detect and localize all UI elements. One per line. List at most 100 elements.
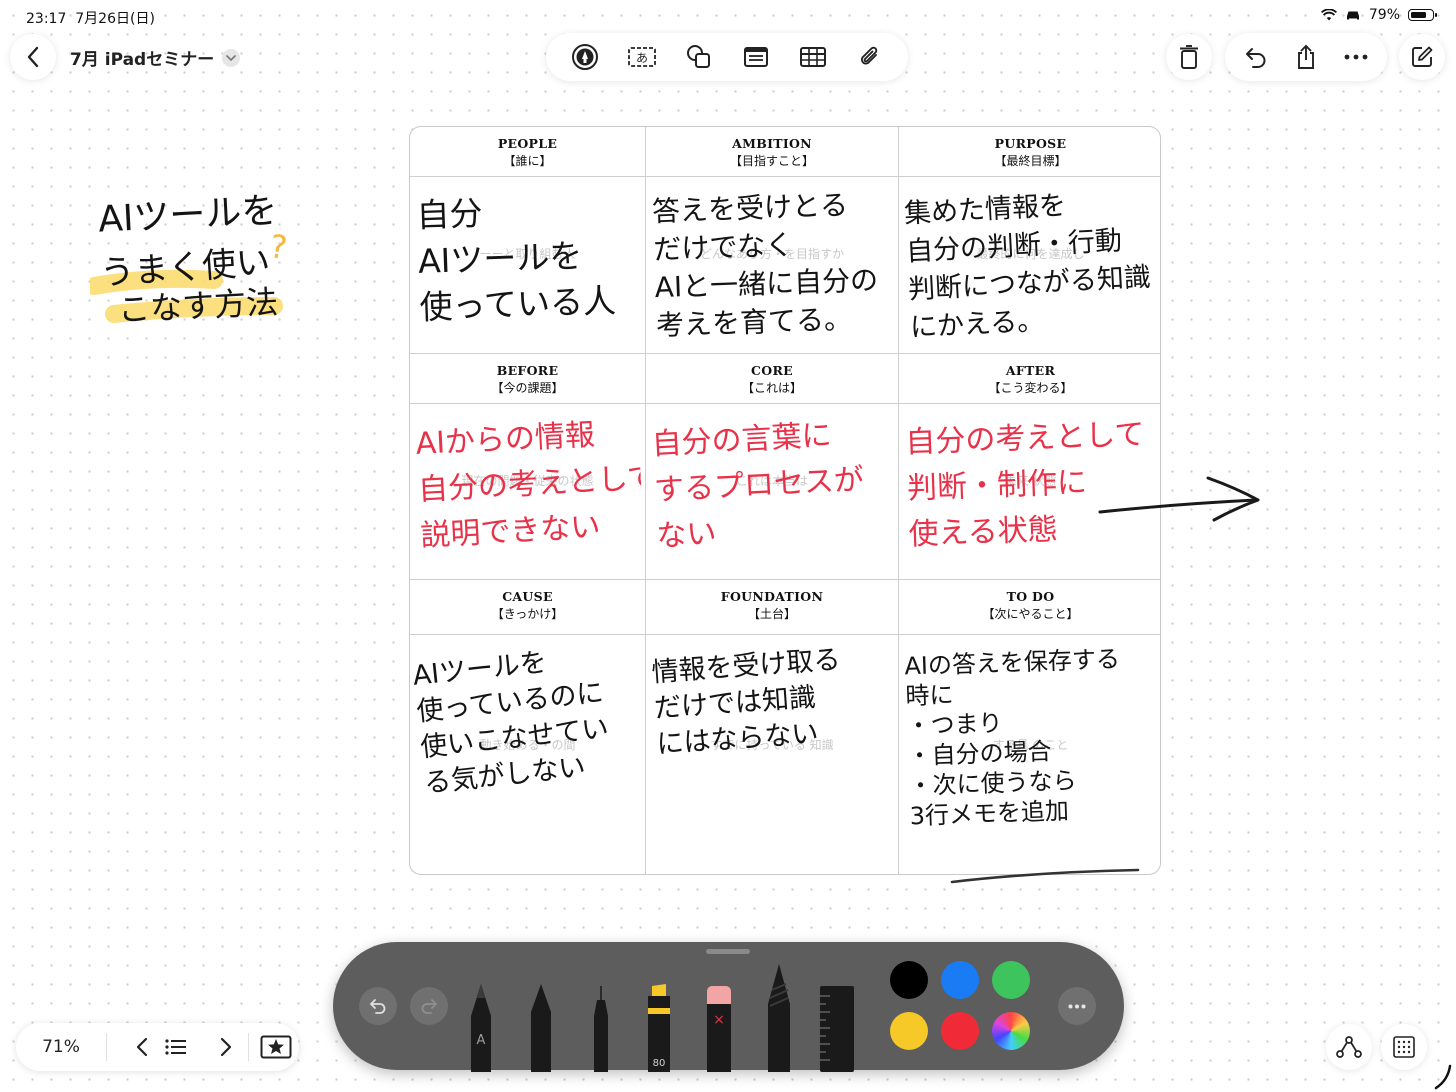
palette-redo-button[interactable] bbox=[410, 987, 448, 1025]
handwriting-line: 考えを育てる。 bbox=[655, 302, 853, 343]
share-button[interactable] bbox=[1284, 35, 1328, 79]
cell-header-ja: 【次にやること】 bbox=[982, 607, 1079, 621]
grid-toggle-button[interactable] bbox=[1381, 1024, 1427, 1070]
color-red-swatch[interactable] bbox=[941, 1012, 979, 1050]
palette-undo-button[interactable] bbox=[359, 987, 397, 1025]
cell-header: AFTER 【こう変わる】 bbox=[899, 363, 1160, 396]
document-title-menu[interactable]: 7月 iPadセミナー bbox=[70, 45, 241, 70]
cell-header: PEOPLE 【誰に】 bbox=[410, 136, 645, 169]
pencil-hover-icon bbox=[1434, 1064, 1452, 1090]
attachment-button[interactable] bbox=[848, 35, 892, 79]
page-list-button[interactable] bbox=[158, 1023, 194, 1071]
grid-divider bbox=[410, 579, 1160, 580]
handwriting-line: 使っている人 bbox=[418, 281, 617, 327]
cell-header: FOUNDATION 【土台】 bbox=[646, 589, 898, 622]
chevron-down-icon bbox=[222, 48, 241, 67]
cell-header-ja: 【目指すこと】 bbox=[729, 154, 814, 168]
dot-grid-icon bbox=[1393, 1036, 1415, 1058]
trash-icon bbox=[1180, 45, 1198, 69]
cell-header-en: PURPOSE bbox=[994, 136, 1067, 151]
cell-handwriting[interactable]: 答えを受けとる だけでなく AIと一緒に自分の 考えを育てる。 bbox=[651, 185, 896, 345]
chevron-right-icon bbox=[220, 1037, 232, 1057]
color-black-swatch[interactable] bbox=[890, 961, 928, 999]
media-button[interactable] bbox=[734, 35, 778, 79]
text-box-button[interactable]: あ bbox=[620, 35, 664, 79]
separator bbox=[106, 1033, 107, 1061]
cell-handwriting[interactable]: 自分 AIツールを 使っている人 bbox=[416, 185, 644, 331]
attachment-icon bbox=[860, 46, 877, 65]
insert-toolbar: あ bbox=[546, 33, 908, 81]
grid-divider bbox=[410, 353, 1160, 354]
handwriting-line: 自分の考えとして bbox=[904, 417, 1146, 461]
lean-canvas-table[interactable]: PEOPLE 【誰に】 ーーと取り組む人 自分 AIツールを 使っている人 AMBITION… bbox=[409, 126, 1161, 875]
share-icon bbox=[1298, 44, 1314, 69]
list-icon bbox=[165, 1039, 186, 1055]
palette-grabber[interactable] bbox=[706, 949, 750, 954]
color-green-swatch[interactable] bbox=[992, 961, 1030, 999]
cell-handwriting[interactable]: AIからの情報 自分の考えとして 説明できない bbox=[415, 410, 645, 559]
redo-icon bbox=[421, 999, 437, 1014]
connectors-button[interactable] bbox=[1326, 1024, 1372, 1070]
cell-header: PURPOSE 【最終目標】 bbox=[899, 136, 1160, 169]
chevron-left-icon bbox=[27, 46, 39, 68]
table-button[interactable] bbox=[791, 35, 835, 79]
cell-header-en: CAUSE bbox=[502, 589, 553, 604]
palette-more-button[interactable] bbox=[1058, 987, 1096, 1025]
cell-header: CORE 【これは】 bbox=[646, 363, 898, 396]
battery-icon bbox=[1408, 9, 1437, 21]
back-button[interactable] bbox=[10, 34, 56, 80]
more-options-button[interactable] bbox=[1334, 35, 1378, 79]
cell-header-en: AMBITION bbox=[732, 136, 812, 151]
pencil-icon[interactable]: A bbox=[466, 982, 496, 1072]
cell-header-ja: 【今の課題】 bbox=[491, 381, 564, 395]
fineliner-icon[interactable] bbox=[586, 982, 616, 1072]
cell-header-en: CORE bbox=[751, 363, 793, 378]
eraser-icon[interactable]: × bbox=[702, 982, 736, 1072]
shapes-button[interactable] bbox=[677, 35, 721, 79]
cell-handwriting[interactable]: 自分の言葉に するプロセスが ない bbox=[651, 410, 898, 560]
pen-icon[interactable] bbox=[526, 982, 556, 1072]
edit-toolbar bbox=[1225, 33, 1387, 81]
ruler-icon[interactable] bbox=[818, 986, 856, 1072]
cell-header-en: TO DO bbox=[1006, 589, 1055, 604]
cell-handwriting[interactable]: 集めた情報を 自分の判断・行動 判断につながる知識 にかえる。 bbox=[903, 183, 1160, 348]
document-title: 7月 iPadセミナー bbox=[70, 50, 215, 70]
star-in-box-icon bbox=[260, 1035, 292, 1059]
highlighter-icon[interactable]: 80 bbox=[642, 982, 676, 1072]
undo-button[interactable] bbox=[1234, 35, 1278, 79]
media-icon bbox=[743, 47, 768, 67]
delete-button[interactable] bbox=[1166, 34, 1212, 80]
cell-header-en: PEOPLE bbox=[497, 136, 558, 151]
cell-handwriting[interactable]: AIツールを 使っているのに 使いこなせてい る気がしない bbox=[411, 636, 648, 803]
compose-button[interactable] bbox=[1399, 34, 1445, 80]
separator bbox=[248, 1033, 249, 1061]
undo-icon bbox=[370, 999, 386, 1014]
cell-header: TO DO 【次にやること】 bbox=[899, 589, 1160, 622]
more-icon bbox=[1344, 54, 1368, 60]
undo-icon bbox=[1246, 48, 1266, 68]
favorites-button[interactable] bbox=[256, 1023, 296, 1071]
color-blue-swatch[interactable] bbox=[941, 961, 979, 999]
cell-handwriting[interactable]: AIの答えを保存する 時に ・つまり ・自分の場合 ・次に使うなら 3行メモを追加 bbox=[904, 643, 1160, 832]
nodes-icon bbox=[1336, 1036, 1362, 1058]
markup-pen-button[interactable] bbox=[563, 35, 607, 79]
zoom-level[interactable]: 71% bbox=[16, 1023, 106, 1071]
car-icon bbox=[1346, 11, 1359, 20]
crayon-icon[interactable] bbox=[764, 962, 794, 1072]
color-picker-swatch[interactable] bbox=[992, 1012, 1030, 1050]
more-icon bbox=[1068, 1004, 1086, 1008]
cell-handwriting[interactable]: 情報を受け取る だけでは知識 にはならない bbox=[651, 639, 898, 763]
next-page-button[interactable] bbox=[206, 1023, 246, 1071]
grid-divider bbox=[898, 127, 899, 874]
status-right: 79% bbox=[1320, 7, 1437, 23]
cell-header-ja: 【土台】 bbox=[747, 607, 796, 621]
cell-header-ja: 【こう変わる】 bbox=[988, 381, 1073, 395]
table-icon bbox=[799, 47, 826, 67]
color-yellow-swatch[interactable] bbox=[890, 1012, 928, 1050]
wifi-icon bbox=[1320, 9, 1337, 21]
compose-icon bbox=[1412, 46, 1433, 67]
status-time: 23:17 7月26日(日) bbox=[26, 11, 155, 27]
page-navigation-bar: 71% bbox=[16, 1023, 299, 1071]
cell-header-en: FOUNDATION bbox=[720, 589, 824, 604]
highlighter-size-label: 80 bbox=[653, 1058, 666, 1069]
